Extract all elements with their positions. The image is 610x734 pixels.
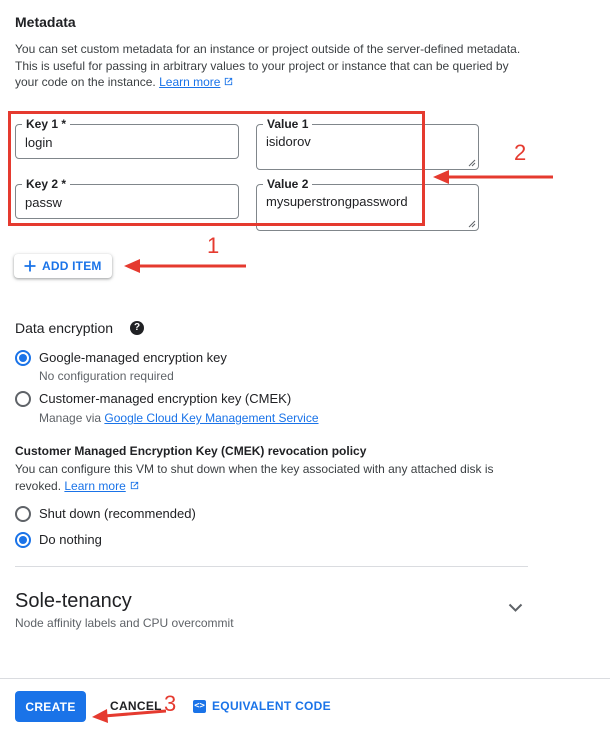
arrow-2-head xyxy=(433,170,449,184)
annotation-number-1: 1 xyxy=(207,233,220,258)
annotation-number-3: 3 xyxy=(164,691,177,716)
arrow-1-head xyxy=(124,259,140,273)
arrow-3-line xyxy=(103,709,167,718)
annotation-number-2: 2 xyxy=(514,140,527,165)
arrow-3-head xyxy=(92,709,108,723)
annotation-arrows xyxy=(92,170,553,723)
